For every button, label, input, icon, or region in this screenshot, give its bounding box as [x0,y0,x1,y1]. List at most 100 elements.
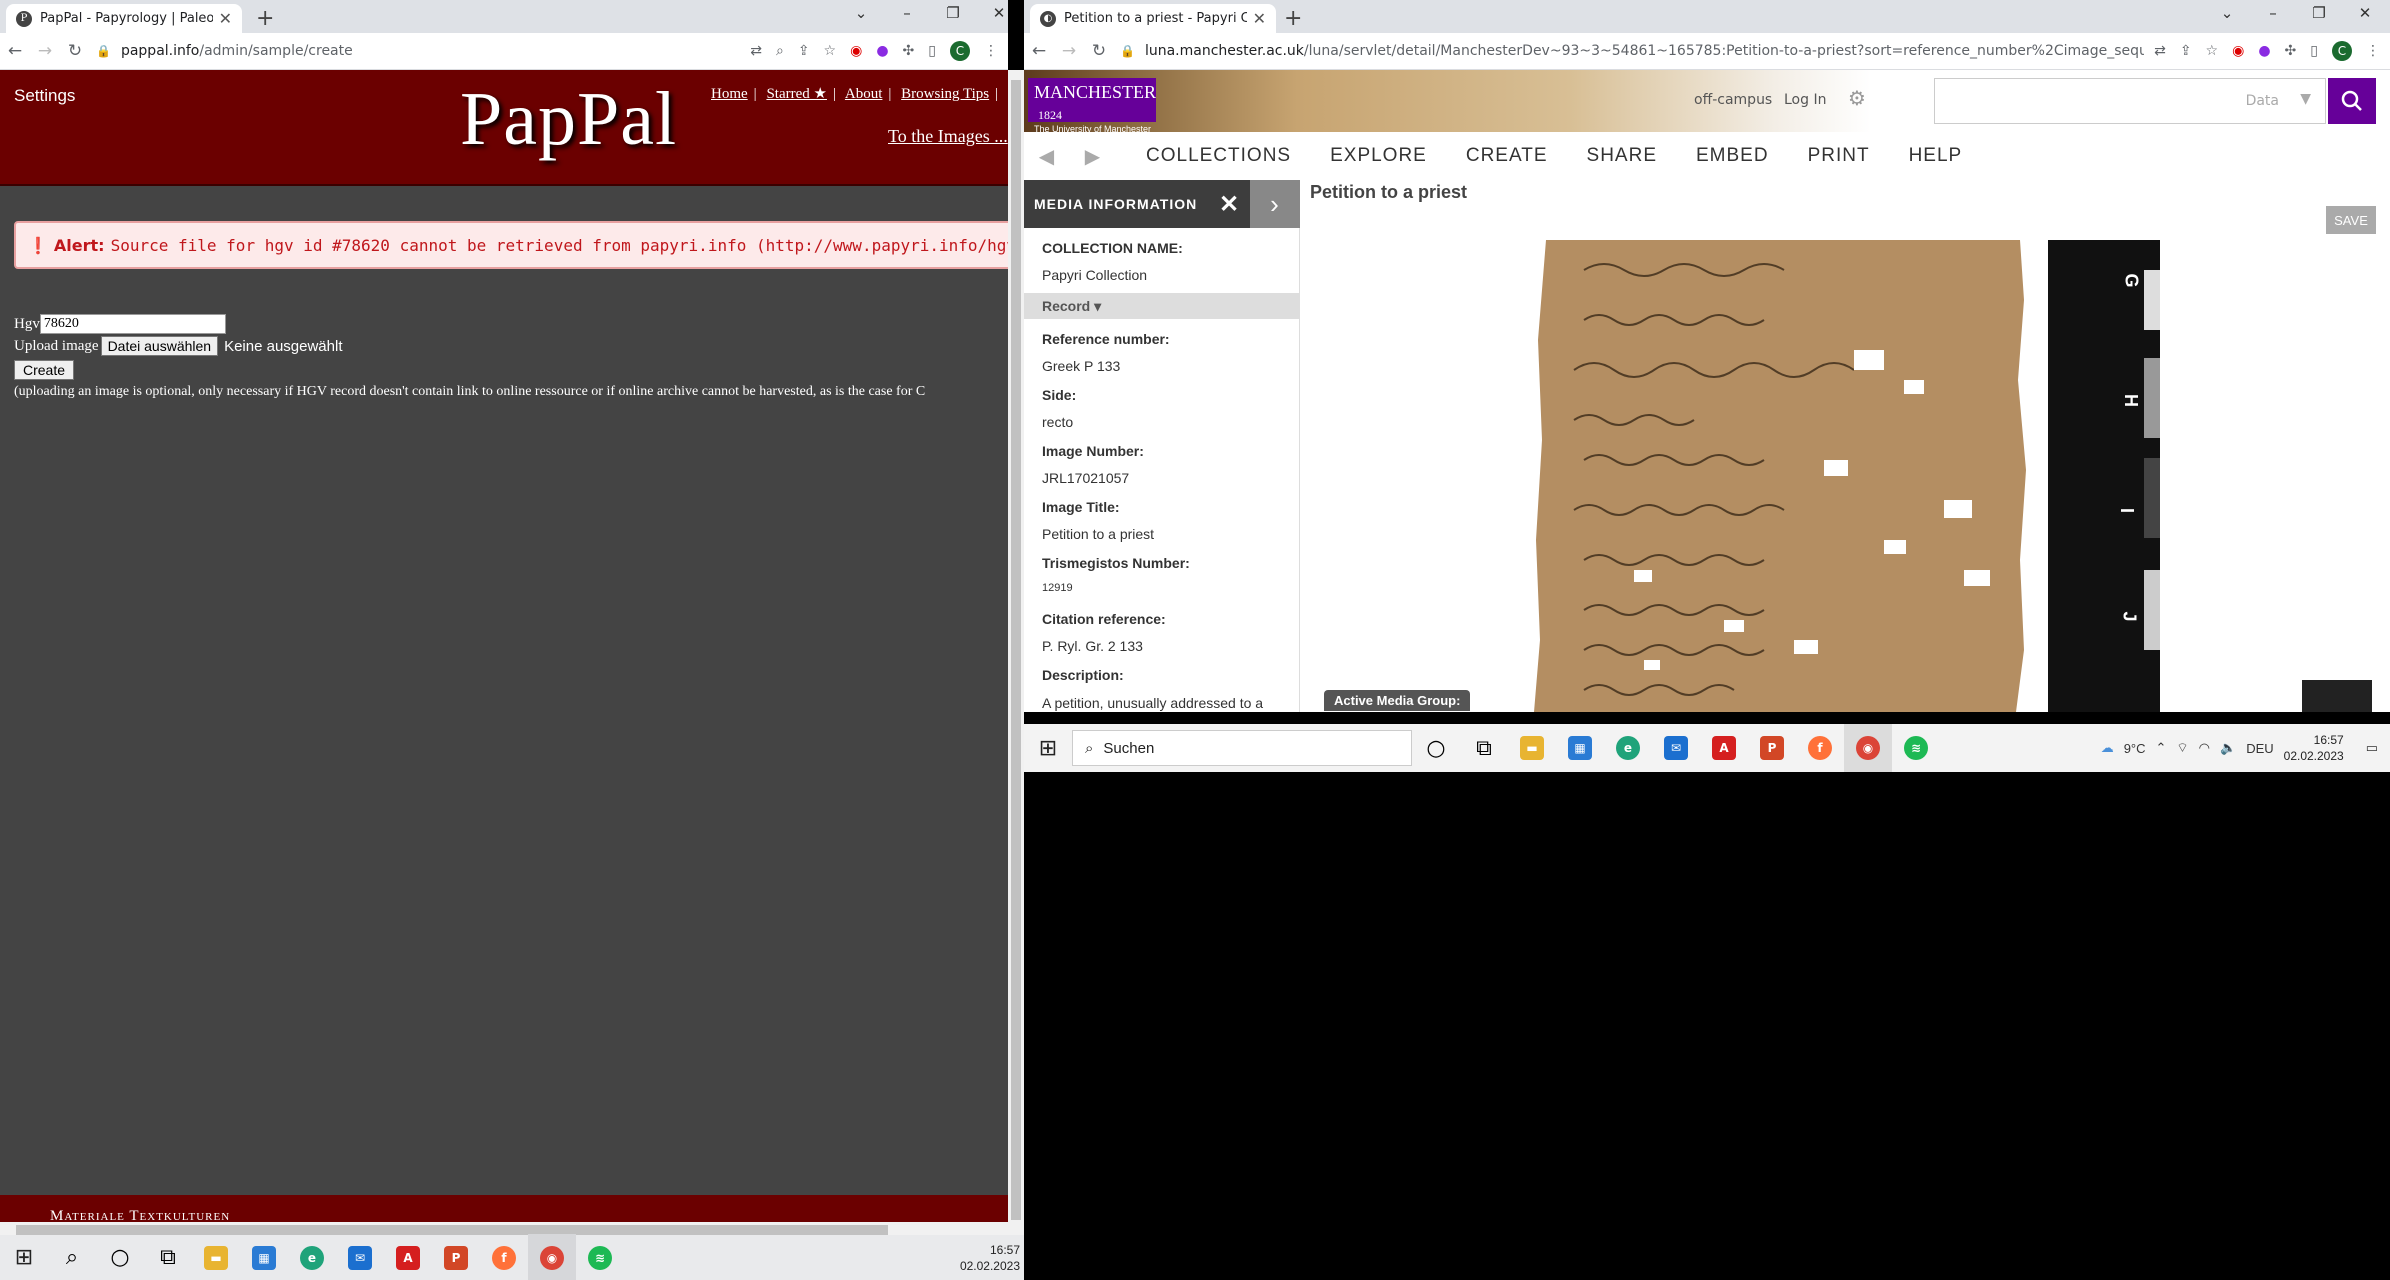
task-view-icon[interactable]: ⧉ [1460,724,1508,772]
tab-search-icon[interactable]: ⌄ [838,4,884,22]
task-view-icon[interactable]: ⧉ [144,1234,192,1280]
log-in-link[interactable]: Log In [1784,92,1826,108]
mail-icon[interactable]: ✉ [1652,724,1700,772]
volume-icon[interactable]: 🔈 [2220,740,2236,756]
browsing-tips-link[interactable]: Browsing Tips [901,86,989,102]
close-icon[interactable]: ✕ [1219,190,1240,219]
menu-collections[interactable]: COLLECTIONS [1146,145,1291,167]
menu-kebab-icon[interactable]: ⋮ [2366,43,2380,59]
close-window-icon[interactable]: ✕ [2342,4,2388,22]
about-link[interactable]: About [845,86,883,102]
weather-temp[interactable]: 9°C [2124,741,2146,756]
tab-pappal[interactable]: P PapPal - Papyrology | Paleograph ✕ [6,4,242,33]
forward-icon[interactable]: → [1054,41,1084,61]
forward-icon[interactable]: → [30,41,60,61]
prev-arrow-icon[interactable]: ◀ [1024,144,1070,169]
bookmark-star-icon[interactable]: ☆ [824,43,837,59]
gear-icon[interactable]: ⚙ [1848,86,1866,110]
menu-share[interactable]: SHARE [1587,145,1657,167]
chevron-down-icon[interactable]: ▼ [2300,91,2311,107]
off-campus-link[interactable]: off-campus [1694,92,1772,108]
next-arrow-icon[interactable]: ▶ [1070,144,1116,169]
search-scope-select[interactable]: Data [2246,93,2279,109]
windows-start-icon[interactable]: ⊞ [0,1234,48,1280]
zoom-icon[interactable]: ⌕ [776,43,784,59]
profile-avatar[interactable]: C [2332,41,2352,61]
minimize-icon[interactable]: – [2250,4,2296,22]
close-tab-icon[interactable]: ✕ [219,9,232,28]
powerpoint-icon[interactable]: P [432,1234,480,1280]
store-icon[interactable]: ▦ [240,1234,288,1280]
choose-file-button[interactable]: Datei auswählen [100,336,219,356]
profile-avatar[interactable]: C [950,41,970,61]
menu-embed[interactable]: EMBED [1696,145,1769,167]
vertical-scrollbar[interactable] [1008,70,1024,1238]
language-indicator[interactable]: DEU [2246,741,2273,756]
extension-red-icon[interactable]: ◉ [2232,43,2244,59]
chevron-right-icon[interactable]: › [1250,180,1300,228]
scrollbar-thumb[interactable] [1011,80,1021,1220]
new-tab-icon[interactable]: + [1284,6,1302,31]
weather-cloud-icon[interactable]: ☁ [2101,740,2114,756]
extensions-puzzle-icon[interactable]: ✣ [2285,43,2297,59]
back-icon[interactable]: ← [0,41,30,61]
to-the-images-link[interactable]: To the Images ... [888,126,1008,147]
starred-link[interactable]: Starred ★ [766,86,827,102]
file-explorer-icon[interactable]: ▬ [1508,724,1556,772]
share-icon[interactable]: ⇪ [2180,43,2192,59]
spotify-icon[interactable]: ≋ [576,1234,624,1280]
menu-print[interactable]: PRINT [1808,145,1870,167]
taskbar-search-input[interactable]: ⌕ Suchen [1072,730,1412,766]
clock[interactable]: 16:57 02.02.2023 [960,1242,1024,1274]
pappal-logo[interactable]: PapPal [460,76,677,163]
address-bar[interactable]: 🔒 pappal.info /admin/sample/create [90,36,741,66]
extension-purple-icon[interactable]: ● [876,43,888,59]
papyrus-image[interactable] [1524,240,2160,712]
menu-help[interactable]: HELP [1909,145,1963,167]
tab-manchester[interactable]: ◐ Petition to a priest - Papyri Colle ✕ [1030,4,1276,33]
close-tab-icon[interactable]: ✕ [1253,9,1266,28]
home-link[interactable]: Home [711,86,748,102]
firefox-icon[interactable]: f [1796,724,1844,772]
address-bar[interactable]: 🔒 luna.manchester.ac.uk /luna/servlet/de… [1114,36,2145,66]
notifications-icon[interactable]: ▭ [2366,740,2378,756]
new-tab-icon[interactable]: + [256,6,274,31]
close-window-icon[interactable]: ✕ [976,4,1008,22]
translate-icon[interactable]: ⇄ [750,43,762,59]
save-button[interactable]: SAVE [2326,206,2376,234]
chrome-icon[interactable]: ◉ [528,1233,576,1280]
firefox-icon[interactable]: f [480,1234,528,1280]
cortana-icon[interactable]: ○ [1412,724,1460,772]
menu-create[interactable]: CREATE [1466,145,1548,167]
manchester-logo[interactable]: MANCHESTER 1824 The University of Manche… [1028,78,1156,134]
thumbnail-strip[interactable] [2302,680,2372,712]
network-icon[interactable]: ⌔ [2176,740,2188,756]
chrome-icon[interactable]: ◉ [1844,724,1892,772]
back-icon[interactable]: ← [1024,41,1054,61]
acrobat-icon[interactable]: A [1700,724,1748,772]
menu-kebab-icon[interactable]: ⋮ [984,43,998,59]
share-icon[interactable]: ⇪ [798,43,810,59]
extension-red-icon[interactable]: ◉ [850,43,862,59]
sidebar-icon[interactable]: ▯ [2310,43,2318,59]
active-media-group-tab[interactable]: Active Media Group: [1324,690,1471,711]
record-toggle[interactable]: Record ▾ [1024,293,1300,319]
tab-search-icon[interactable]: ⌄ [2204,4,2250,22]
cortana-icon[interactable]: ○ [96,1234,144,1280]
windows-start-icon[interactable]: ⊞ [1024,724,1072,772]
minimize-icon[interactable]: – [884,4,930,22]
tray-chevron-icon[interactable]: ⌃ [2156,740,2167,756]
settings-link[interactable]: Settings [14,86,75,106]
sidebar-icon[interactable]: ▯ [928,43,936,59]
hgv-input[interactable]: 78620 [39,314,226,334]
restore-icon[interactable]: ❐ [930,4,976,22]
extensions-puzzle-icon[interactable]: ✣ [903,43,915,59]
mail-icon[interactable]: ✉ [336,1234,384,1280]
spotify-icon[interactable]: ≋ [1892,724,1940,772]
translate-icon[interactable]: ⇄ [2154,43,2166,59]
menu-explore[interactable]: EXPLORE [1330,145,1427,167]
wifi-icon[interactable]: ◠ [2199,740,2210,756]
store-icon[interactable]: ▦ [1556,724,1604,772]
clock[interactable]: 16:57 02.02.2023 [2284,732,2344,764]
reload-icon[interactable]: ↻ [60,41,90,61]
